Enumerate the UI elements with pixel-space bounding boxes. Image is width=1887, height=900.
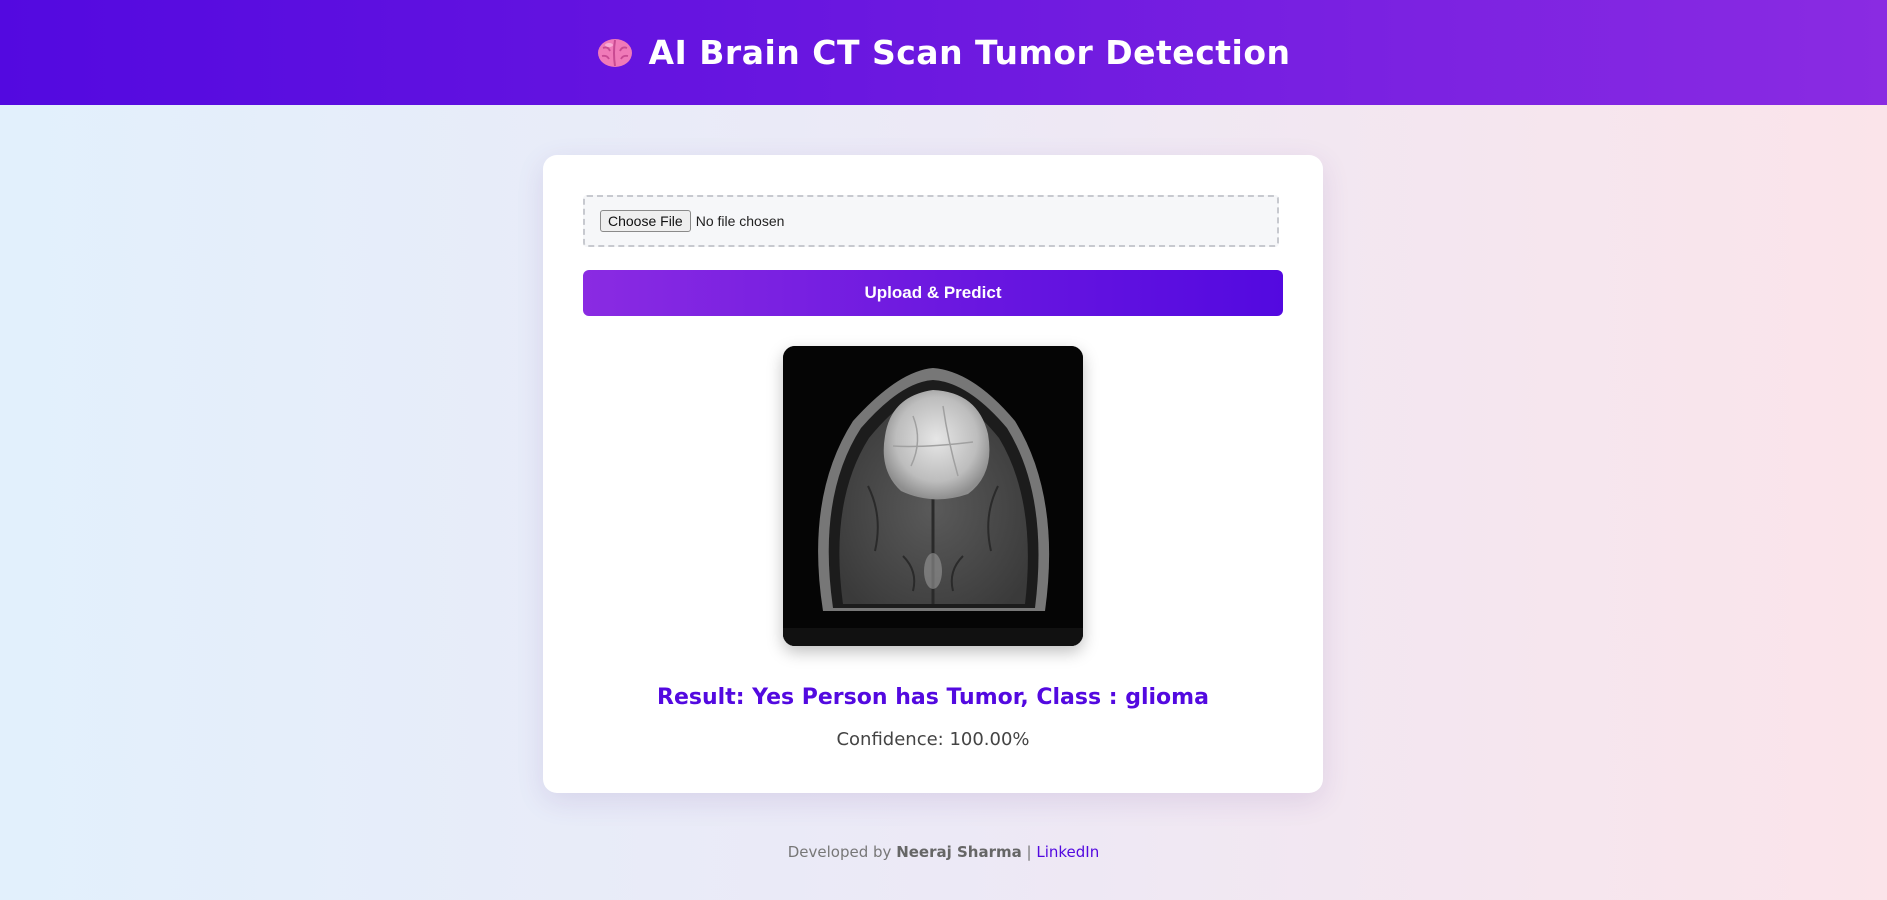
choose-file-button[interactable]: Choose File [600, 210, 691, 232]
footer-separator: | [1026, 843, 1032, 861]
file-status: No file chosen [695, 213, 785, 229]
footer-prefix: Developed by [787, 843, 892, 861]
prediction-card: Choose File No file chosen Upload & Pred… [543, 155, 1323, 793]
linkedin-link[interactable]: LinkedIn [1036, 843, 1099, 861]
footer: Developed by Neeraj Sharma | LinkedIn [0, 843, 1887, 861]
brain-scan-image [783, 346, 1083, 646]
result-text: Result: Yes Person has Tumor, Class : gl… [657, 685, 1209, 710]
confidence-text: Confidence: 100.00% [836, 729, 1030, 750]
file-input[interactable]: Choose File No file chosen [583, 195, 1279, 247]
brain-icon [596, 36, 634, 70]
header-inner: AI Brain CT Scan Tumor Detection [596, 33, 1290, 72]
footer-author: Neeraj Sharma [896, 843, 1022, 861]
page-title: AI Brain CT Scan Tumor Detection [648, 33, 1291, 72]
upload-predict-button[interactable]: Upload & Predict [583, 270, 1283, 316]
app-header: AI Brain CT Scan Tumor Detection [0, 0, 1887, 105]
